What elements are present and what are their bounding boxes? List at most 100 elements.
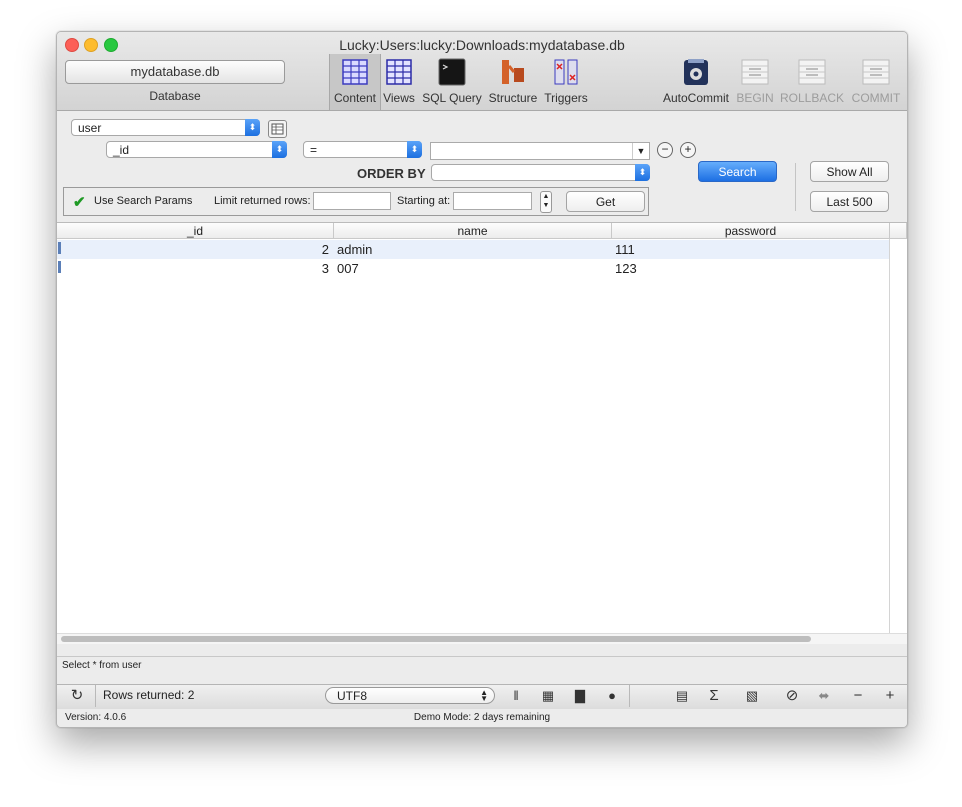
table-info-icon: [271, 123, 284, 135]
operator-select-value: =: [310, 143, 318, 157]
add-filter-button[interactable]: +: [680, 142, 696, 158]
cell-password[interactable]: 123: [615, 259, 885, 278]
rollback-label: ROLLBACK: [779, 91, 845, 105]
cell-name[interactable]: admin: [337, 240, 607, 259]
popup-arrows-icon: ⬍: [635, 164, 650, 181]
autocommit-button[interactable]: AutoCommit: [661, 54, 731, 110]
divider: [629, 685, 630, 707]
database-label: Database: [149, 89, 201, 103]
table-row[interactable]: 3 007 123: [57, 259, 889, 278]
begin-icon: [741, 58, 769, 86]
operator-select[interactable]: = ⬍: [303, 141, 422, 158]
popup-arrows-icon: ▲ ▼: [480, 688, 488, 703]
tab-content[interactable]: Content: [329, 54, 381, 110]
commit-icon: [862, 58, 890, 86]
horizontal-scrollbar[interactable]: [57, 633, 907, 644]
tab-views-label: Views: [383, 91, 415, 105]
grid-icon[interactable]: ▦: [537, 685, 559, 707]
show-all-button[interactable]: Show All: [810, 161, 889, 182]
cell-password[interactable]: 111: [615, 240, 885, 259]
content-table-icon: [341, 58, 369, 86]
scrollbar-thumb[interactable]: [61, 636, 811, 642]
columns-icon[interactable]: ‖: [505, 685, 527, 707]
toolbar: Lucky:Users:lucky:Downloads:mydatabase.d…: [57, 32, 907, 111]
encoding-select[interactable]: UTF8 ▲ ▼: [325, 687, 495, 704]
limit-rows-input[interactable]: [313, 192, 391, 210]
order-by-label: ORDER BY: [357, 166, 426, 181]
get-button[interactable]: Get: [566, 191, 645, 212]
popup-arrows-icon: ⬍: [272, 141, 287, 158]
export-icon[interactable]: ▧: [741, 685, 763, 707]
rollback-icon: [798, 58, 826, 86]
dropdown-triangle-icon[interactable]: ▼: [632, 143, 649, 159]
popup-arrows-icon: ⬍: [245, 119, 260, 136]
last-500-button[interactable]: Last 500: [810, 191, 889, 212]
window-title: Lucky:Users:lucky:Downloads:mydatabase.d…: [339, 37, 625, 53]
autocommit-icon: [682, 58, 710, 86]
use-search-params-label: Use Search Params: [94, 195, 193, 207]
cell-name[interactable]: 007: [337, 259, 607, 278]
table-select-value: user: [78, 121, 102, 135]
tab-structure[interactable]: Structure: [485, 54, 541, 110]
order-by-select[interactable]: ⬍: [431, 164, 650, 181]
views-table-icon: [385, 58, 413, 86]
search-params-panel: ✔ Use Search Params Limit returned rows:…: [63, 187, 649, 216]
column-header-id[interactable]: _id: [57, 223, 334, 239]
search-button[interactable]: Search: [698, 161, 777, 182]
table-select[interactable]: user ⬍: [71, 119, 260, 136]
remove-filter-button[interactable]: −: [657, 142, 673, 158]
database-button[interactable]: mydatabase.db: [65, 60, 285, 84]
divider: [795, 163, 796, 211]
query-log-area: Select * from user: [57, 656, 907, 685]
table-info-button[interactable]: [268, 120, 287, 138]
sum-icon[interactable]: Σ: [703, 685, 725, 707]
commit-button[interactable]: COMMIT: [848, 54, 904, 110]
limit-rows-label: Limit returned rows:: [214, 195, 311, 207]
query-text: Select * from user: [62, 660, 142, 671]
tab-content-label: Content: [333, 91, 377, 105]
results-table: _id name password 2 admin 111 3 007 123: [57, 222, 907, 644]
begin-button[interactable]: BEGIN: [733, 54, 777, 110]
column-header-name[interactable]: name: [334, 223, 612, 239]
tab-views[interactable]: Views: [379, 54, 419, 110]
cell-id[interactable]: 3: [57, 259, 329, 278]
tab-sql-query-label: SQL Query: [422, 91, 482, 105]
add-row-button[interactable]: +: [879, 685, 901, 707]
encoding-value: UTF8: [337, 689, 367, 703]
starting-at-label: Starting at:: [397, 195, 451, 207]
triggers-icon: [552, 58, 580, 86]
popup-arrows-icon: ⬍: [407, 141, 422, 158]
use-search-params-checkbox[interactable]: ✔: [73, 193, 86, 211]
remove-row-button[interactable]: −: [847, 685, 869, 707]
begin-label: BEGIN: [736, 91, 774, 105]
refresh-icon[interactable]: ↻: [67, 685, 87, 707]
chart-icon[interactable]: ▇: [569, 685, 591, 707]
globe-icon[interactable]: ●: [601, 685, 623, 707]
insert-column-icon[interactable]: ⬌: [813, 685, 835, 707]
cell-id[interactable]: 2: [57, 240, 329, 259]
app-window: Lucky:Users:lucky:Downloads:mydatabase.d…: [56, 31, 908, 728]
commit-label: COMMIT: [851, 91, 901, 105]
demo-mode-text: Demo Mode: 2 days remaining: [413, 712, 551, 723]
filter-value-input[interactable]: ▼: [430, 142, 650, 160]
rows-returned-label: Rows returned: 2: [103, 688, 195, 702]
status-bar: Version: 4.0.6 Demo Mode: 2 days remaini…: [57, 709, 907, 727]
starting-at-stepper[interactable]: ▲ ▼: [540, 191, 552, 213]
tab-triggers-label: Triggers: [544, 91, 588, 105]
column-select-value: _id: [113, 143, 130, 157]
table-row[interactable]: 2 admin 111: [57, 240, 889, 259]
tab-sql-query[interactable]: SQL Query: [419, 54, 485, 110]
cancel-icon[interactable]: ⊘: [781, 685, 803, 707]
terminal-icon: [438, 58, 466, 86]
rollback-button[interactable]: ROLLBACK: [779, 54, 845, 110]
starting-at-input[interactable]: [453, 192, 532, 210]
clipboard-icon[interactable]: ▤: [671, 685, 693, 707]
tab-structure-label: Structure: [488, 91, 538, 105]
column-header-password[interactable]: password: [612, 223, 890, 239]
tab-triggers[interactable]: Triggers: [541, 54, 591, 110]
column-divider: [889, 239, 890, 633]
column-select[interactable]: _id ⬍: [106, 141, 287, 158]
divider: [95, 685, 96, 707]
structure-icon: [499, 58, 527, 86]
autocommit-label: AutoCommit: [662, 91, 730, 105]
